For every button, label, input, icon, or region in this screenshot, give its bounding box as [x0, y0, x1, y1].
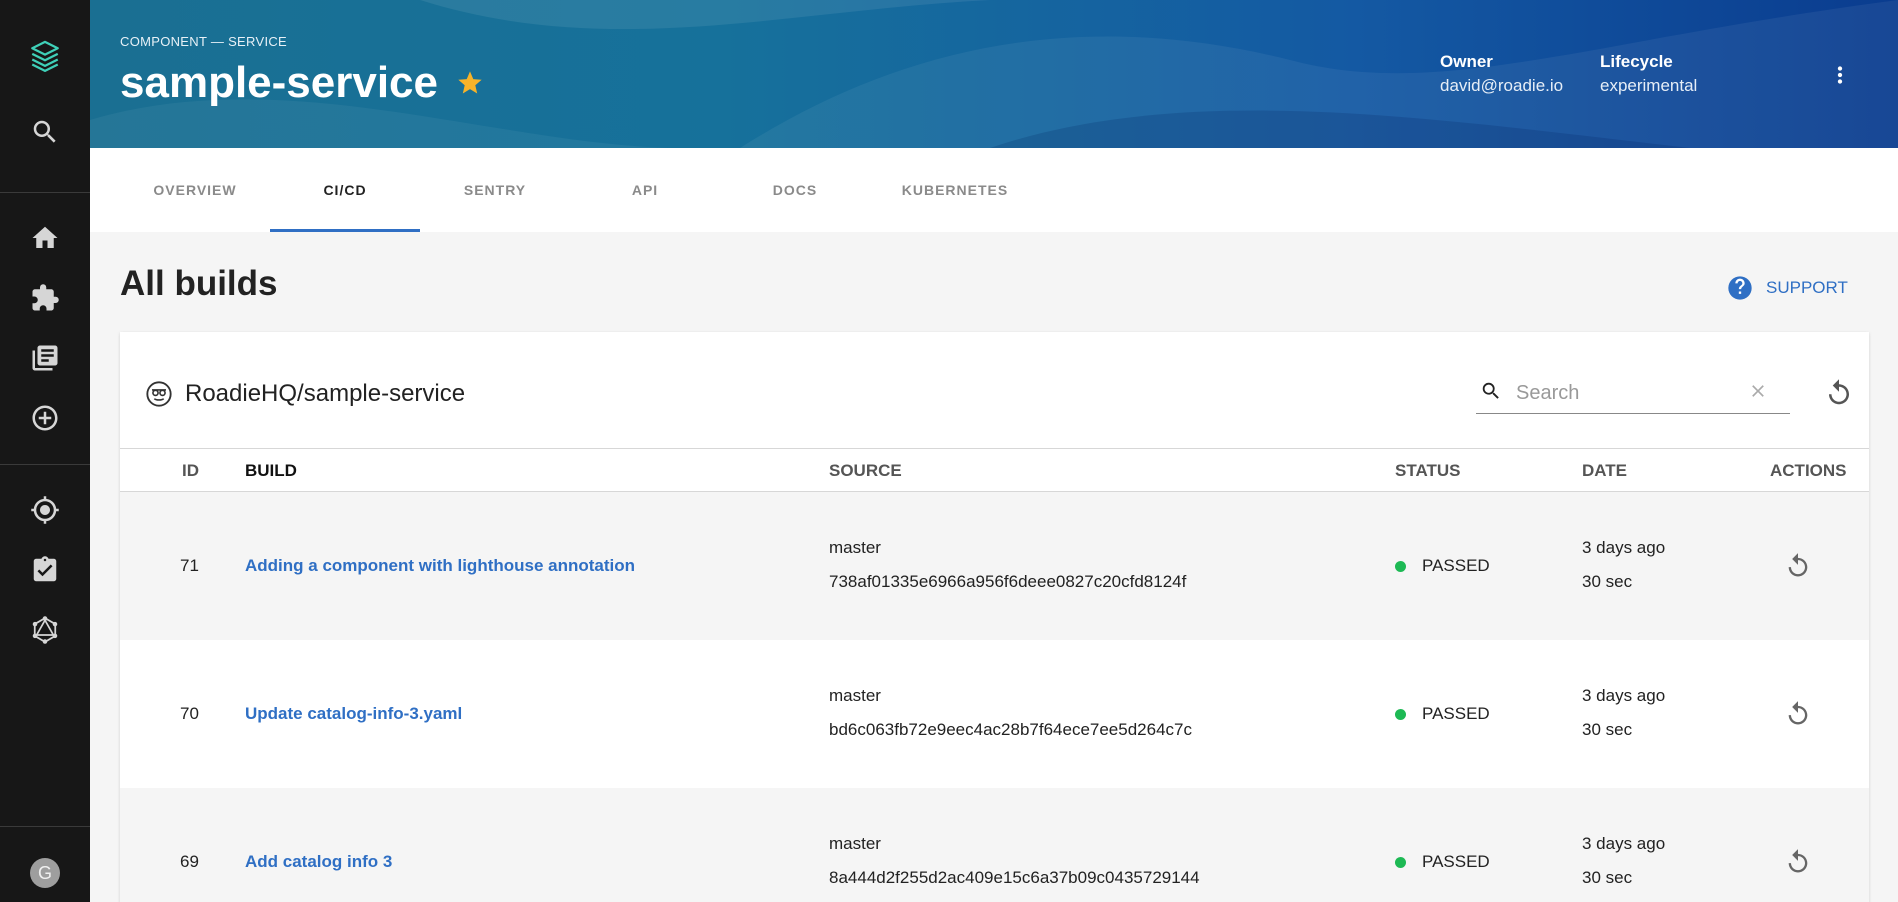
build-id: 70 — [180, 704, 199, 723]
graphql-icon[interactable] — [25, 610, 65, 650]
build-duration: 30 sec — [1582, 868, 1633, 887]
tab-kubernetes[interactable]: KUBERNETES — [870, 148, 1040, 232]
status-text: PASSED — [1422, 852, 1490, 871]
entity-header: COMPONENT — SERVICE sample-service Owner… — [90, 0, 1898, 148]
section-title: All builds — [120, 264, 278, 303]
status-badge: PASSED — [1395, 704, 1490, 724]
table-row: 71 Adding a component with lighthouse an… — [120, 492, 1869, 640]
lifecycle-meta: Lifecycle experimental — [1600, 52, 1697, 96]
status-dot — [1395, 708, 1406, 720]
build-date: 3 days ago 30 sec — [1582, 538, 1665, 592]
column-header-source[interactable]: SOURCE — [829, 461, 902, 481]
entity-kind: COMPONENT — SERVICE — [120, 34, 288, 49]
sidebar-divider — [0, 826, 90, 827]
source-commit: 738af01335e6966a956f6deee0827c20cfd8124f — [829, 572, 1187, 591]
owner-label: Owner — [1440, 52, 1493, 71]
source-branch: master — [829, 834, 881, 853]
status-dot — [1395, 560, 1406, 572]
date-relative: 3 days ago — [1582, 834, 1666, 853]
support-button[interactable]: SUPPORT — [1726, 274, 1848, 302]
source-branch: master — [829, 538, 881, 557]
tab-ci-cd[interactable]: CI/CD — [270, 148, 420, 232]
puzzle-icon[interactable] — [25, 278, 65, 318]
repo-title: RoadieHQ/sample-service — [145, 380, 465, 408]
retry-icon[interactable] — [1784, 700, 1812, 733]
assignment-check-icon[interactable] — [25, 550, 65, 590]
repo-name: RoadieHQ/sample-service — [185, 380, 466, 407]
builds-card: RoadieHQ/sample-service ID BUILD SOURCE … — [120, 332, 1869, 902]
build-link[interactable]: Add catalog info 3 — [245, 852, 392, 872]
source-branch: master — [829, 686, 881, 705]
date-relative: 3 days ago — [1582, 538, 1666, 557]
table-row: 70 Update catalog-info-3.yaml master bd6… — [120, 640, 1869, 788]
star-icon[interactable] — [456, 69, 484, 97]
status-badge: PASSED — [1395, 556, 1490, 576]
build-id: 69 — [180, 852, 199, 871]
refresh-icon[interactable] — [1824, 378, 1856, 410]
tab-sentry[interactable]: SENTRY — [420, 148, 570, 232]
build-link[interactable]: Adding a component with lighthouse annot… — [245, 556, 635, 576]
build-id: 71 — [180, 556, 199, 575]
sidebar: G — [0, 0, 90, 902]
help-icon — [1728, 276, 1752, 300]
build-source: master 8a444d2f255d2ac409e15c6a37b09c043… — [829, 834, 1200, 888]
status-text: PASSED — [1422, 704, 1490, 723]
tab-bar: OVERVIEW CI/CD SENTRY API DOCS KUBERNETE… — [90, 148, 1898, 232]
sidebar-divider — [0, 192, 90, 193]
column-header-actions: ACTIONS — [1770, 461, 1847, 480]
build-date: 3 days ago 30 sec — [1582, 686, 1665, 740]
owner-meta: Owner david@roadie.io — [1440, 52, 1563, 96]
table-row: 69 Add catalog info 3 master 8a444d2f255… — [120, 788, 1869, 902]
source-commit: 8a444d2f255d2ac409e15c6a37b09c0435729144 — [829, 868, 1200, 887]
target-icon[interactable] — [25, 490, 65, 530]
column-header-build[interactable]: BUILD — [245, 461, 297, 481]
column-header-status[interactable]: STATUS — [1395, 461, 1460, 481]
source-commit: bd6c063fb72e9eec4ac28b7f64ece7ee5d264c7c — [829, 720, 1192, 739]
tab-overview[interactable]: OVERVIEW — [120, 148, 270, 232]
retry-icon[interactable] — [1784, 552, 1812, 585]
page-title: sample-service — [120, 58, 438, 107]
support-label: SUPPORT — [1766, 278, 1848, 297]
date-relative: 3 days ago — [1582, 686, 1666, 705]
sidebar-divider — [0, 464, 90, 465]
retry-icon[interactable] — [1784, 848, 1812, 881]
status-dot — [1395, 856, 1406, 868]
clear-icon[interactable] — [1736, 381, 1768, 406]
search-input[interactable] — [1516, 382, 1736, 405]
search-icon — [1476, 380, 1502, 407]
library-icon[interactable] — [25, 338, 65, 378]
tab-api[interactable]: API — [570, 148, 720, 232]
build-duration: 30 sec — [1582, 720, 1633, 739]
add-circle-icon[interactable] — [25, 398, 65, 438]
search-icon[interactable] — [25, 112, 65, 152]
owner-value[interactable]: david@roadie.io — [1440, 76, 1563, 96]
roadie-logo-icon[interactable] — [25, 36, 65, 76]
status-badge: PASSED — [1395, 852, 1490, 872]
build-source: master 738af01335e6966a956f6deee0827c20c… — [829, 538, 1186, 592]
search-box — [1476, 374, 1790, 414]
tab-docs[interactable]: DOCS — [720, 148, 870, 232]
build-link[interactable]: Update catalog-info-3.yaml — [245, 704, 462, 724]
column-header-date[interactable]: DATE — [1582, 461, 1627, 481]
column-header-id[interactable]: ID — [182, 461, 199, 481]
more-vert-icon[interactable] — [1825, 60, 1855, 90]
card-header: RoadieHQ/sample-service — [120, 332, 1869, 448]
lifecycle-label: Lifecycle — [1600, 52, 1673, 71]
build-source: master bd6c063fb72e9eec4ac28b7f64ece7ee5… — [829, 686, 1192, 740]
avatar[interactable]: G — [30, 858, 60, 888]
build-date: 3 days ago 30 sec — [1582, 834, 1665, 888]
build-duration: 30 sec — [1582, 572, 1633, 591]
lifecycle-value: experimental — [1600, 76, 1698, 95]
home-icon[interactable] — [25, 218, 65, 258]
circleci-icon — [146, 381, 172, 407]
table-header: ID BUILD SOURCE STATUS DATE ACTIONS — [120, 448, 1869, 492]
status-text: PASSED — [1422, 556, 1490, 575]
active-tab-indicator — [270, 229, 420, 232]
